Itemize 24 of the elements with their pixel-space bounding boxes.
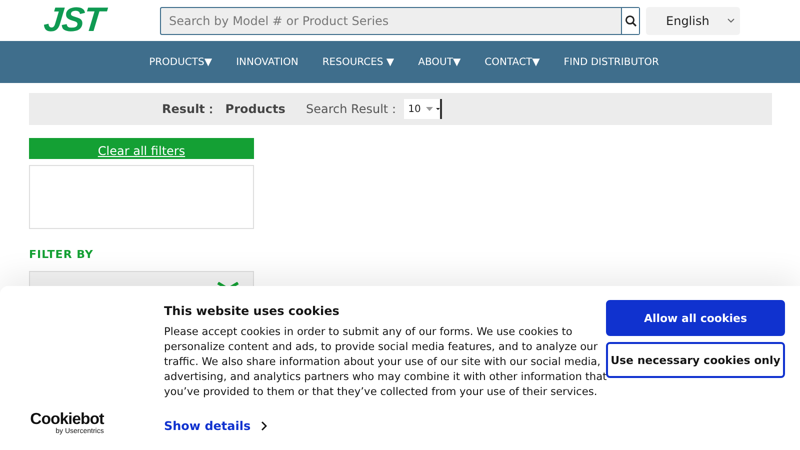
language-selector[interactable]: English <box>646 6 740 34</box>
filter-heading: FILTER BY <box>29 248 94 261</box>
search-button[interactable] <box>621 8 639 34</box>
chevron-icon <box>727 18 736 23</box>
clear-filters-button[interactable]: Clear all filters <box>29 138 254 159</box>
show-details-link[interactable]: Show details <box>164 419 267 433</box>
search-icon <box>624 14 636 26</box>
banner-title: This website uses cookies <box>164 304 340 318</box>
nav-link[interactable]: FIND DISTRIBUTOR <box>552 56 671 68</box>
banner-text: Please accept cookies in order to submit any of our forms. We use cookies to personalize content and ads, to provide social media features, and to analyze our traffic. We also share information about your use of our site with our social media, advertising, and analytics partners who may combine it with other information that you’ve provided to them or that they’ve collected from your use of their services. <box>164 325 608 400</box>
nav-link[interactable]: RESOURCES ▼ <box>310 56 406 68</box>
cookie-button[interactable]: Use necessary cookies only <box>606 342 785 378</box>
cookiebot-logo: Cookiebot <box>30 412 104 428</box>
dropdown-arrow-icon <box>426 106 440 112</box>
result-label: Result： Products <box>162 100 286 118</box>
chevron-icon <box>260 421 267 431</box>
search-result-label: Search Result： <box>306 100 400 118</box>
cookie-button[interactable]: Allow all cookies <box>606 300 785 336</box>
nav-link[interactable]: INNOVATION <box>224 56 310 68</box>
nav-link[interactable]: ABOUT▼ <box>406 56 473 68</box>
per-page-select[interactable]: 10 <box>404 99 442 119</box>
jst-logo: JST <box>42 1 162 40</box>
nav-link[interactable]: PRODUCTS▼ <box>137 56 224 68</box>
nav-link[interactable]: CONTACT▼ <box>472 56 552 68</box>
